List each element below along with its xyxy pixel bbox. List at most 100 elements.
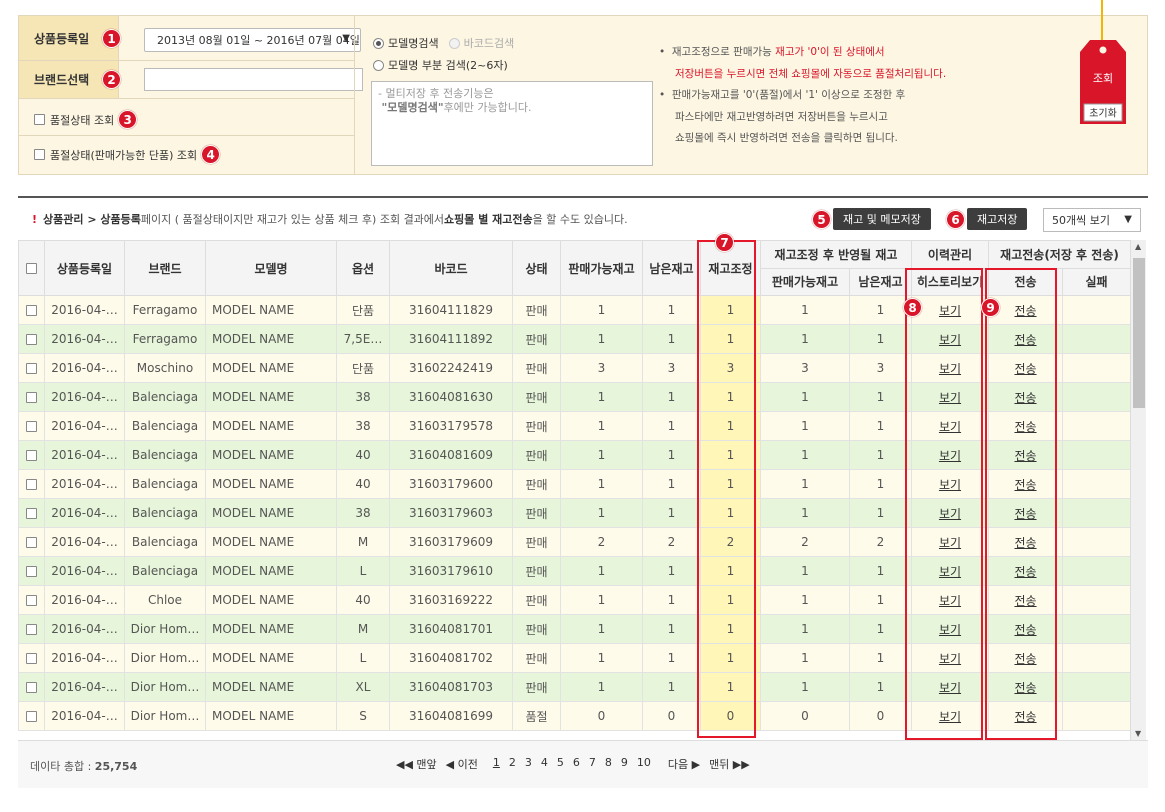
per-page-select[interactable]: 50개씩 보기 ▼ — [1043, 208, 1141, 232]
row-checkbox-cell[interactable] — [18, 382, 45, 412]
page-number[interactable]: 1 — [493, 756, 500, 772]
row-checkbox-cell[interactable] — [18, 440, 45, 470]
brand-input[interactable] — [144, 68, 363, 91]
page-number[interactable]: 7 — [589, 756, 596, 772]
page-number[interactable]: 3 — [525, 756, 532, 772]
row-checkbox[interactable] — [26, 392, 37, 403]
select-all-checkbox[interactable] — [26, 263, 37, 274]
soldout-sellable-checkbox-label[interactable]: 품절상태(판매가능한 단품) 조회 4 — [34, 145, 221, 164]
scroll-down-icon[interactable]: ▼ — [1135, 729, 1141, 738]
row-checkbox-cell[interactable] — [18, 498, 45, 528]
cell-barcode: 31604111892 — [389, 324, 513, 354]
radio-barcode-icon[interactable] — [448, 37, 460, 49]
cell-fail — [1062, 324, 1131, 354]
col-option[interactable]: 옵션 — [336, 240, 390, 296]
search-tag-button[interactable]: 조회 초기화 — [1080, 40, 1126, 124]
multi-placeholder-line1: - 멀티저장 후 전송기능은 — [378, 87, 494, 100]
row-checkbox[interactable] — [26, 566, 37, 577]
cell-brand: Balenciaga — [124, 469, 206, 499]
row-checkbox-cell[interactable] — [18, 643, 45, 673]
page-number[interactable]: 8 — [605, 756, 612, 772]
cell-fail — [1062, 643, 1131, 673]
select-all-header[interactable] — [18, 240, 45, 296]
soldout-checkbox-label[interactable]: 품절상태 조회 3 — [34, 110, 138, 129]
search-button-label[interactable]: 조회 — [1093, 72, 1113, 85]
row-checkbox-cell[interactable] — [18, 353, 45, 383]
page-number[interactable]: 10 — [637, 756, 651, 772]
page-last[interactable]: 맨뒤 ▶▶ — [709, 756, 750, 772]
row-checkbox-cell[interactable] — [18, 324, 45, 354]
cell-reg-date: 2016-04-… — [44, 672, 125, 702]
row-checkbox-cell[interactable] — [18, 585, 45, 615]
row-checkbox[interactable] — [26, 711, 37, 722]
cell-after-remain: 1 — [849, 672, 912, 702]
col-remain[interactable]: 남은재고 — [642, 240, 701, 296]
soldout-checkbox[interactable] — [34, 114, 45, 125]
cell-reg-date: 2016-04-… — [44, 324, 125, 354]
row-checkbox-cell[interactable] — [18, 411, 45, 441]
col-status[interactable]: 상태 — [512, 240, 561, 296]
row-checkbox[interactable] — [26, 624, 37, 635]
page-number[interactable]: 2 — [509, 756, 516, 772]
scroll-up-icon[interactable]: ▲ — [1135, 242, 1141, 251]
soldout-sellable-checkbox[interactable] — [34, 149, 45, 160]
per-page-value: 50개씩 보기 — [1052, 214, 1110, 227]
page-first[interactable]: ◀◀ 맨앞 — [396, 756, 437, 772]
row-checkbox[interactable] — [26, 537, 37, 548]
row-checkbox-cell[interactable] — [18, 295, 45, 325]
cell-after-sellable: 1 — [760, 672, 850, 702]
save-stock-memo-button[interactable]: 재고 및 메모저장 — [833, 208, 931, 230]
page-number[interactable]: 9 — [621, 756, 628, 772]
row-checkbox[interactable] — [26, 334, 37, 345]
radio-model-icon[interactable] — [373, 37, 384, 49]
cell-sellable: 1 — [560, 440, 643, 470]
row-checkbox[interactable] — [26, 305, 37, 316]
row-checkbox-cell[interactable] — [18, 614, 45, 644]
cell-status: 판매 — [512, 672, 561, 702]
save-stock-button[interactable]: 재고저장 — [967, 208, 1028, 230]
page-next[interactable]: 다음 ▶ — [668, 756, 700, 772]
cell-after-remain: 1 — [849, 469, 912, 499]
row-checkbox[interactable] — [26, 450, 37, 461]
cell-remain: 1 — [642, 382, 701, 412]
cell-brand: Ferragamo — [124, 324, 206, 354]
col-barcode[interactable]: 바코드 — [389, 240, 513, 296]
row-checkbox[interactable] — [26, 479, 37, 490]
col-fail[interactable]: 실패 — [1062, 267, 1131, 296]
cell-reg-date: 2016-04-… — [44, 527, 125, 557]
radio-model-search[interactable]: 모델명검색 바코드검색 — [373, 35, 514, 51]
row-checkbox-cell[interactable] — [18, 527, 45, 557]
row-checkbox-cell[interactable] — [18, 469, 45, 499]
radio-partial-search[interactable]: 모델명 부분 검색(2~6자) — [373, 57, 508, 73]
col-model[interactable]: 모델명 — [205, 240, 337, 296]
scrollbar-thumb[interactable] — [1133, 258, 1145, 408]
cell-option: L — [336, 643, 390, 673]
panel-divider — [354, 16, 355, 174]
date-range-select[interactable]: 2013년 08월 01일 ~ 2016년 07월 04일 ▼ — [144, 28, 361, 52]
col-brand[interactable]: 브랜드 — [124, 240, 206, 296]
row-checkbox[interactable] — [26, 595, 37, 606]
row-checkbox-cell[interactable] — [18, 556, 45, 586]
row-checkbox[interactable] — [26, 363, 37, 374]
row-checkbox-cell[interactable] — [18, 672, 45, 702]
page-prev[interactable]: ◀ 이전 — [446, 756, 478, 772]
col-reg-date[interactable]: 상품등록일 — [44, 240, 125, 296]
cell-status: 판매 — [512, 411, 561, 441]
row-checkbox[interactable] — [26, 421, 37, 432]
row-checkbox-cell[interactable] — [18, 701, 45, 731]
page-number[interactable]: 6 — [573, 756, 580, 772]
reset-button-label[interactable]: 초기화 — [1089, 108, 1117, 120]
radio-partial-icon[interactable] — [373, 59, 384, 71]
col-sellable[interactable]: 판매가능재고 — [560, 240, 643, 296]
cell-remain: 1 — [642, 498, 701, 528]
multi-search-textarea[interactable]: - 멀티저장 후 전송기능은 "모델명검색"후에만 가능합니다. — [371, 81, 653, 166]
page-number[interactable]: 5 — [557, 756, 564, 772]
page-number[interactable]: 4 — [541, 756, 548, 772]
row-checkbox[interactable] — [26, 653, 37, 664]
col-after-remain[interactable]: 남은재고 — [849, 267, 912, 296]
row-checkbox[interactable] — [26, 682, 37, 693]
col-after-sellable[interactable]: 판매가능재고 — [760, 267, 850, 296]
table-scrollbar[interactable]: ▲ ▼ — [1130, 240, 1146, 740]
cell-model: MODEL NAME — [205, 527, 337, 557]
row-checkbox[interactable] — [26, 508, 37, 519]
